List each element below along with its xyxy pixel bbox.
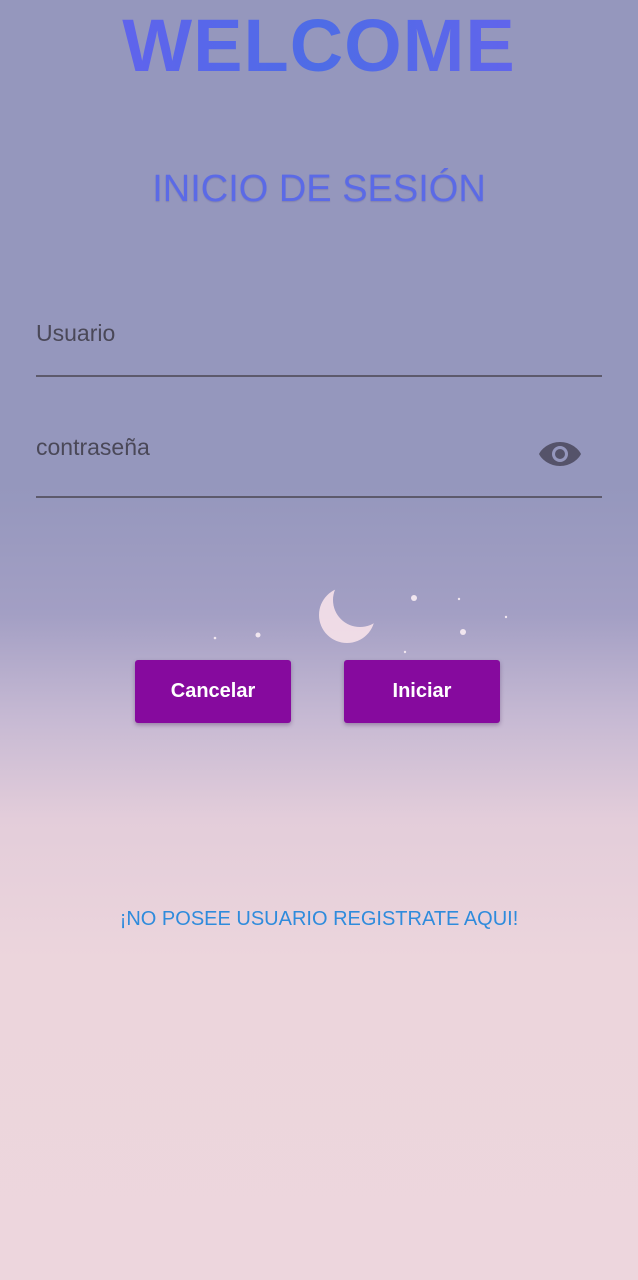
login-subtitle: INICIO DE SESIÓN <box>152 168 486 210</box>
star-icon <box>403 650 407 654</box>
star-icon <box>213 636 217 640</box>
login-screen: WELCOME INICIO DE SESIÓN Cancelar Inicia… <box>0 0 638 1280</box>
star-icon <box>504 615 508 619</box>
start-button[interactable]: Iniciar <box>344 660 500 723</box>
cancel-button[interactable]: Cancelar <box>135 660 291 723</box>
password-field[interactable] <box>36 426 602 498</box>
star-icon <box>460 629 466 635</box>
eye-icon[interactable] <box>538 438 582 470</box>
moon-icon <box>319 587 375 643</box>
star-icon <box>457 597 461 601</box>
password-input[interactable] <box>36 434 516 461</box>
register-link[interactable]: ¡NO POSEE USUARIO REGISTRATE AQUI! <box>0 908 638 931</box>
welcome-title: WELCOME <box>0 2 638 90</box>
star-icon <box>411 595 417 601</box>
username-field[interactable] <box>36 312 602 377</box>
star-icon <box>255 632 261 638</box>
username-input[interactable] <box>36 320 516 347</box>
